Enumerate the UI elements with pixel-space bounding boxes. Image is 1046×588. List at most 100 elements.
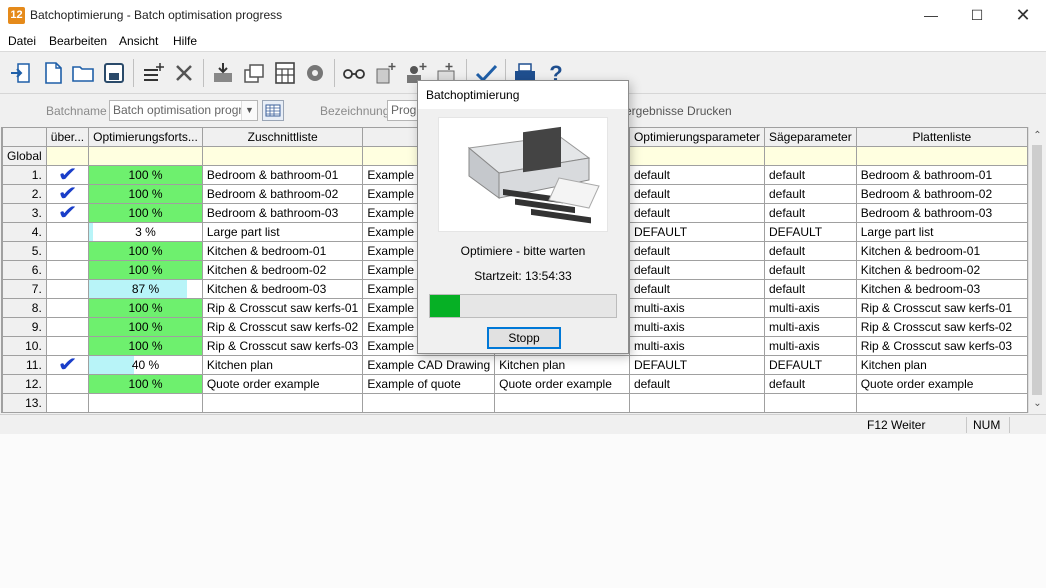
exit-icon[interactable] xyxy=(9,61,33,85)
menu-datei[interactable]: Datei xyxy=(8,34,36,48)
row-number[interactable]: 7. xyxy=(2,279,47,299)
maximize-icon[interactable]: ☐ xyxy=(954,0,1000,30)
cell-progress[interactable] xyxy=(88,393,203,413)
batchname-combo[interactable]: Batch optimisation progress ▼ xyxy=(109,100,258,121)
vertical-scrollbar[interactable]: ⌃ ⌄ xyxy=(1028,127,1045,413)
cell-progress[interactable]: 3 % xyxy=(88,222,203,242)
cell-saw-params[interactable]: default xyxy=(764,203,857,223)
cell-checked[interactable]: ✔ xyxy=(45,184,90,204)
table-cell[interactable] xyxy=(764,146,857,166)
cell-progress[interactable]: 100 % xyxy=(88,184,203,204)
cell-cutting-list[interactable]: Kitchen plan xyxy=(201,355,364,375)
cell-board-list[interactable]: Bedroom & bathroom-02 xyxy=(855,184,1028,204)
cell-opt-params[interactable]: default xyxy=(628,279,766,299)
cell-checked[interactable]: ✔ xyxy=(45,165,90,185)
col-header-board-list[interactable]: Plattenliste xyxy=(855,127,1028,147)
cell-cutting-list[interactable]: Kitchen & bedroom-02 xyxy=(201,260,364,280)
open-folder-icon[interactable] xyxy=(71,61,95,85)
cell-saw-params[interactable]: default xyxy=(764,165,857,185)
cell-title[interactable]: Example of quote xyxy=(362,374,496,394)
cell-cutting-list[interactable]: Kitchen & bedroom-03 xyxy=(201,279,364,299)
cell-opt-params[interactable]: default xyxy=(628,260,766,280)
import-icon[interactable] xyxy=(211,61,235,85)
delete-icon[interactable] xyxy=(172,61,196,85)
cell-cutting-list[interactable]: Bedroom & bathroom-01 xyxy=(201,165,364,185)
menu-hilfe[interactable]: Hilfe xyxy=(173,34,197,48)
cell-opt-params[interactable]: default xyxy=(628,203,766,223)
table-cell[interactable] xyxy=(88,146,203,166)
cell-board-list[interactable]: Rip & Crosscut saw kerfs-02 xyxy=(855,317,1028,337)
scroll-up-icon[interactable]: ⌃ xyxy=(1029,127,1046,144)
cell-opt-params[interactable]: DEFAULT xyxy=(628,355,766,375)
cell-board-list[interactable]: Bedroom & bathroom-03 xyxy=(855,203,1028,223)
menu-bearbeiten[interactable]: Bearbeiten xyxy=(49,34,107,48)
col-header-opt-params[interactable]: Optimierungsparameter xyxy=(628,127,766,147)
cell-saw-params[interactable]: default xyxy=(764,184,857,204)
cell-opt-params[interactable]: multi-axis xyxy=(628,298,766,318)
cell-board-list[interactable]: Rip & Crosscut saw kerfs-03 xyxy=(855,336,1028,356)
col-header-checked[interactable]: über... xyxy=(45,127,90,147)
cell-saw-params[interactable]: multi-axis xyxy=(764,336,857,356)
copy-icon[interactable] xyxy=(242,61,266,85)
col-header-saw-params[interactable]: Sägeparameter xyxy=(764,127,857,147)
cell-board-list[interactable]: Kitchen & bedroom-03 xyxy=(855,279,1028,299)
cell-checked[interactable] xyxy=(45,260,90,280)
cell-saw-params[interactable]: multi-axis xyxy=(764,317,857,337)
cell-progress[interactable]: 100 % xyxy=(88,165,203,185)
cell-checked[interactable] xyxy=(45,374,90,394)
cell-saw-params[interactable]: default xyxy=(764,241,857,261)
settings-gear-icon[interactable] xyxy=(303,61,327,85)
glasses-icon[interactable] xyxy=(342,61,366,85)
calculator-icon[interactable] xyxy=(273,61,297,85)
cell-board-list[interactable]: Rip & Crosscut saw kerfs-01 xyxy=(855,298,1028,318)
cell-description[interactable]: Quote order example xyxy=(494,374,630,394)
row-number[interactable]: 2. xyxy=(2,184,47,204)
cell-checked[interactable] xyxy=(45,241,90,261)
cell-cutting-list[interactable]: Rip & Crosscut saw kerfs-01 xyxy=(201,298,364,318)
table-row[interactable]: 11. ✔ 40 % Kitchen plan Example CAD Drawing K… xyxy=(2,355,1028,375)
row-number[interactable]: 9. xyxy=(2,317,47,337)
table-row[interactable]: 12. 100 % Quote order example Example of qu… xyxy=(2,374,1028,394)
new-document-icon[interactable] xyxy=(41,61,65,85)
cell-progress[interactable]: 100 % xyxy=(88,298,203,318)
row-number[interactable]: 13. xyxy=(2,393,47,413)
row-number[interactable]: 1. xyxy=(2,165,47,185)
cell-progress[interactable]: 100 % xyxy=(88,317,203,337)
cell-checked[interactable]: ✔ xyxy=(45,355,90,375)
cell-cutting-list[interactable]: Rip & Crosscut saw kerfs-02 xyxy=(201,317,364,337)
cell-progress[interactable]: 100 % xyxy=(88,241,203,261)
row-number[interactable]: 8. xyxy=(2,298,47,318)
cell-saw-params[interactable]: default xyxy=(764,279,857,299)
add-row-icon[interactable] xyxy=(141,61,165,85)
cell-progress[interactable]: 100 % xyxy=(88,336,203,356)
row-number[interactable]: 10. xyxy=(2,336,47,356)
row-number[interactable]: 11. xyxy=(2,355,47,375)
row-number[interactable]: 3. xyxy=(2,203,47,223)
cell-checked[interactable]: ✔ xyxy=(45,203,90,223)
cell-progress[interactable]: 100 % xyxy=(88,203,203,223)
row-number[interactable]: 6. xyxy=(2,260,47,280)
cell-opt-params[interactable] xyxy=(628,393,766,413)
stop-button[interactable]: Stopp xyxy=(487,327,561,349)
cell-checked[interactable] xyxy=(45,317,90,337)
save-icon[interactable] xyxy=(102,61,126,85)
cell-description[interactable]: Kitchen plan xyxy=(494,355,630,375)
print-results-label[interactable]: ergebnisse Drucken xyxy=(625,104,732,118)
cell-opt-params[interactable]: multi-axis xyxy=(628,317,766,337)
cell-progress[interactable]: 100 % xyxy=(88,260,203,280)
cell-checked[interactable] xyxy=(45,298,90,318)
cell-saw-params[interactable]: default xyxy=(764,374,857,394)
cell-checked[interactable] xyxy=(45,336,90,356)
cell-description[interactable] xyxy=(494,393,630,413)
cell-opt-params[interactable]: default xyxy=(628,165,766,185)
cell-board-list[interactable]: Kitchen & bedroom-02 xyxy=(855,260,1028,280)
cell-progress[interactable]: 87 % xyxy=(88,279,203,299)
cell-saw-params[interactable] xyxy=(764,393,857,413)
minimize-icon[interactable]: — xyxy=(908,0,954,30)
col-header-rownum[interactable] xyxy=(2,127,47,147)
cell-progress[interactable]: 100 % xyxy=(88,374,203,394)
cell-checked[interactable] xyxy=(45,279,90,299)
cell-cutting-list[interactable]: Bedroom & bathroom-03 xyxy=(201,203,364,223)
cell-board-list[interactable]: Kitchen plan xyxy=(855,355,1028,375)
col-header-progress[interactable]: Optimierungsforts... xyxy=(88,127,203,147)
